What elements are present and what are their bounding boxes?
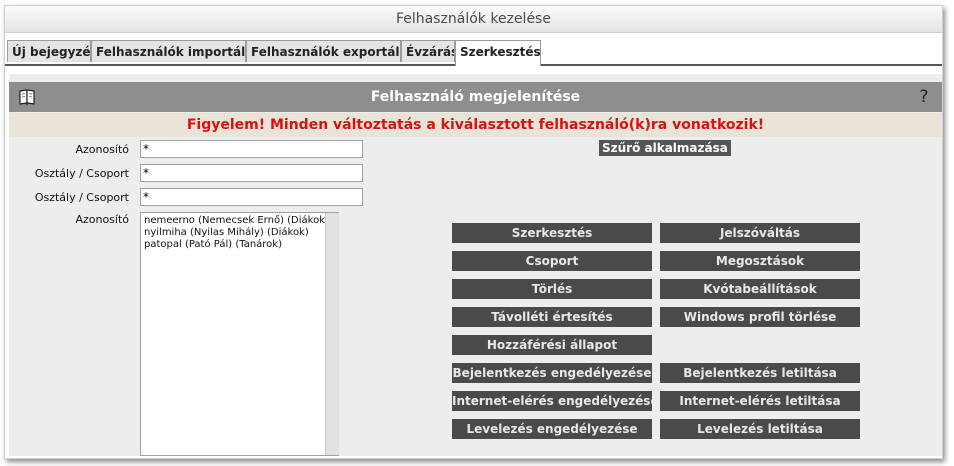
- quota-settings-button[interactable]: Kvótabeállítások: [660, 279, 860, 299]
- group-button[interactable]: Csoport: [452, 251, 652, 271]
- mail-disable-button[interactable]: Levelezés letiltása: [660, 419, 860, 439]
- list-item[interactable]: nyilmiha (Nyilas Mihály) (Diákok): [144, 227, 335, 239]
- tab-import-users[interactable]: Felhasználók importálása: [91, 40, 246, 62]
- shares-button[interactable]: Megosztások: [660, 251, 860, 271]
- window-title: Felhasználók kezelése: [5, 6, 942, 33]
- id-filter-input[interactable]: [140, 140, 363, 158]
- user-list-label: Azonosító: [75, 213, 129, 226]
- internet-enable-button[interactable]: Internet-elérés engedélyezése: [452, 391, 652, 411]
- app-window: Felhasználók kezelése Új bejegyzés Felha…: [4, 5, 943, 459]
- list-item[interactable]: patopal (Pató Pál) (Tanárok): [144, 239, 335, 251]
- apply-filter-button[interactable]: Szűrő alkalmazása: [599, 140, 731, 156]
- windows-profile-delete-button[interactable]: Windows profil törlése: [660, 307, 860, 327]
- class-group-filter-label-2: Osztály / Csoport: [34, 191, 129, 204]
- edit-button[interactable]: Szerkesztés: [452, 223, 652, 243]
- panel-header: Felhasználó megjelenítése ?: [9, 82, 942, 112]
- tab-new-entry[interactable]: Új bejegyzés: [7, 40, 91, 62]
- class-group-filter-input-2[interactable]: [140, 188, 363, 206]
- class-group-filter-label: Osztály / Csoport: [34, 167, 129, 180]
- tab-bar: Új bejegyzés Felhasználók importálása Fe…: [5, 40, 942, 66]
- login-disable-button[interactable]: Bejelentkezés letiltása: [660, 363, 860, 383]
- panel-title: Felhasználó megjelenítése: [370, 89, 581, 105]
- warning-message: Figyelem! Minden változtatás a kiválaszt…: [9, 113, 942, 137]
- id-filter-label: Azonosító: [75, 143, 129, 156]
- list-item[interactable]: nemeerno (Nemecsek Ernő) (Diákok): [144, 215, 335, 227]
- password-change-button[interactable]: Jelszóváltás: [660, 223, 860, 243]
- content-panel: Felhasználó megjelenítése ? Figyelem! Mi…: [9, 74, 942, 456]
- tab-edit[interactable]: Szerkesztés: [455, 40, 541, 66]
- away-notice-button[interactable]: Távolléti értesítés: [452, 307, 652, 327]
- internet-disable-button[interactable]: Internet-elérés letiltása: [660, 391, 860, 411]
- access-status-button[interactable]: Hozzáférési állapot: [452, 335, 652, 355]
- mail-enable-button[interactable]: Levelezés engedélyezése: [452, 419, 652, 439]
- tab-export-users[interactable]: Felhasználók exportálása: [246, 40, 401, 62]
- listbox-scrollbar[interactable]: [325, 213, 339, 455]
- book-icon: [17, 87, 37, 107]
- user-listbox[interactable]: nemeerno (Nemecsek Ernő) (Diákok) nyilmi…: [140, 212, 339, 456]
- tab-year-end[interactable]: Évzárás: [401, 40, 455, 62]
- delete-button[interactable]: Törlés: [452, 279, 652, 299]
- class-group-filter-input[interactable]: [140, 164, 363, 182]
- question-mark-icon[interactable]: ?: [916, 82, 932, 112]
- login-enable-button[interactable]: Bejelentkezés engedélyezése: [452, 363, 652, 383]
